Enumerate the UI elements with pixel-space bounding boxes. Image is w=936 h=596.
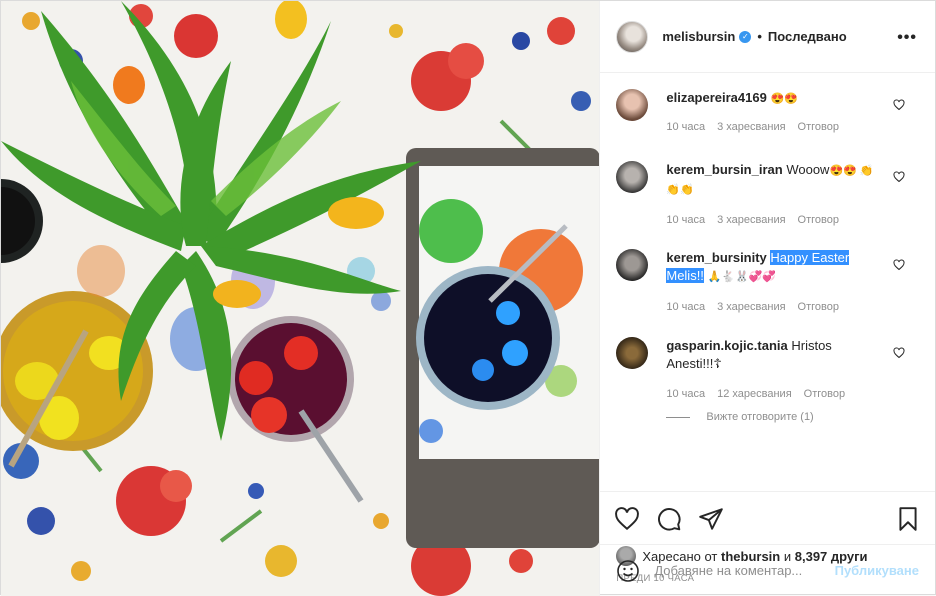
action-bar xyxy=(600,491,935,545)
reply-button[interactable]: Отговор xyxy=(804,385,845,403)
commenter-avatar[interactable] xyxy=(616,249,649,281)
comment-like-heart-icon[interactable] xyxy=(893,171,905,183)
comment-username[interactable]: elizapereira4169 xyxy=(666,90,766,105)
comment-emoji: 😍😍 xyxy=(770,93,798,105)
comment-likes[interactable]: 3 харесвания xyxy=(717,211,785,229)
heart-icon[interactable] xyxy=(614,506,640,532)
comment-icon[interactable] xyxy=(656,506,682,532)
reply-button[interactable]: Отговор xyxy=(798,298,839,316)
commenter-avatar[interactable] xyxy=(616,337,649,369)
comment-time[interactable]: 10 часа xyxy=(666,118,705,136)
bookmark-icon[interactable] xyxy=(895,506,921,532)
reply-button[interactable]: Отговор xyxy=(798,118,839,136)
post-dialog: melisbursin ✓ • Последвано ••• elizapere… xyxy=(0,0,936,596)
commenter-avatar[interactable] xyxy=(616,161,649,193)
comment-text: Wooow xyxy=(786,162,830,177)
author-avatar[interactable] xyxy=(616,20,649,53)
commenter-avatar[interactable] xyxy=(616,89,649,121)
add-comment-bar: Публикуване xyxy=(600,544,935,596)
post-sidebar: melisbursin ✓ • Последвано ••• elizapere… xyxy=(599,1,935,596)
comment-likes[interactable]: 3 харесвания xyxy=(717,118,785,136)
replies-divider xyxy=(666,416,691,418)
comment-item: gasparin.kojic.tania Hristos Anesti!!!☦ … xyxy=(616,337,919,411)
header-separator: • xyxy=(757,29,762,44)
comment-username[interactable]: gasparin.kojic.tania xyxy=(666,338,787,353)
comment-like-heart-icon[interactable] xyxy=(893,347,905,359)
comment-time[interactable]: 10 часа xyxy=(666,211,705,229)
comment-item: kerem_bursinity Happy Easter Melis!! 🙏🐇🐰… xyxy=(616,249,919,337)
comment-time[interactable]: 10 часа xyxy=(666,385,705,403)
post-header: melisbursin ✓ • Последвано ••• xyxy=(600,1,935,73)
comment-username[interactable]: kerem_bursinity xyxy=(666,250,766,265)
comment-likes[interactable]: 3 харесвания xyxy=(717,298,785,316)
verified-badge-icon: ✓ xyxy=(739,30,752,43)
comment-username[interactable]: kerem_bursin_iran xyxy=(666,162,782,177)
share-icon[interactable] xyxy=(698,506,724,532)
author-username[interactable]: melisbursin xyxy=(662,29,735,44)
reply-button[interactable]: Отговор xyxy=(798,211,839,229)
post-photo[interactable] xyxy=(1,1,600,596)
comment-like-heart-icon[interactable] xyxy=(893,99,905,111)
view-replies-button[interactable]: Вижте отговорите (1) xyxy=(666,411,919,423)
follow-status-button[interactable]: Последвано xyxy=(768,29,847,44)
comment-input[interactable] xyxy=(654,563,835,578)
comments-list[interactable]: elizapereira4169 😍😍 10 часа 3 харесвания… xyxy=(600,73,935,491)
comment-likes[interactable]: 12 харесвания xyxy=(717,385,792,403)
easter-eggs-image xyxy=(1,1,600,596)
post-comment-button[interactable]: Публикуване xyxy=(835,563,919,578)
smiley-icon[interactable] xyxy=(616,559,640,583)
comment-time[interactable]: 10 часа xyxy=(666,298,705,316)
view-replies-label: Вижте отговорите (1) xyxy=(706,411,814,423)
more-icon[interactable]: ••• xyxy=(897,29,917,47)
comment-like-heart-icon[interactable] xyxy=(893,259,905,271)
comment-item: elizapereira4169 😍😍 10 часа 3 харесвания… xyxy=(616,89,919,161)
comment-item: kerem_bursin_iran Wooow😍😍 👏👏👏 10 часа 3 … xyxy=(616,161,919,249)
comment-emoji: 🙏🐇🐰💞💞 xyxy=(707,271,777,283)
